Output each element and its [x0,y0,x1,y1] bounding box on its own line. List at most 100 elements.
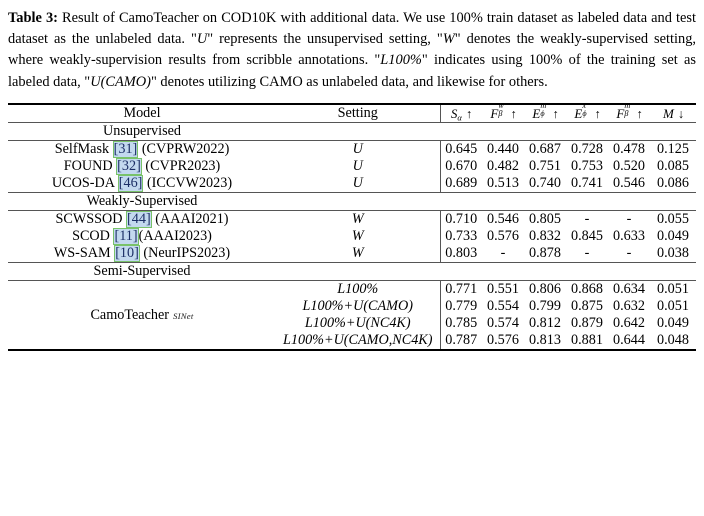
metric-value: 0.049 [657,228,689,245]
venue-label: (CVPR2023) [141,158,221,175]
model-name-cell: WS-SAM [10] (NeurIPS2023) [8,245,276,264]
metric-value: 0.642 [613,315,645,332]
model-name: UCOS-DA [51,175,118,192]
metric-value: 0.554 [487,298,519,315]
metric-value: 0.482 [487,158,519,175]
section-label: Weakly-Supervised [8,192,276,212]
metric-value: - [566,245,608,264]
metric-value: - [566,210,608,229]
metric-value: 0.051 [657,298,689,315]
citation-link[interactable]: [10] [114,245,140,262]
caption-part-5: L100% [380,52,422,69]
metric-value: 0.771 [439,280,482,299]
metric-value: 0.634 [608,280,650,299]
table-row: UCOS-DA [46] (ICCVW2023) U 0.689 0.513 0.740… [8,175,696,194]
metric-value: 0.670 [439,158,482,176]
metric-value: 0.805 [524,210,566,229]
metric-value: 0.751 [529,158,561,175]
citation-number: [11] [114,228,138,245]
model-name-cell: SelfMask [31] (CVPRW2022) [8,140,276,159]
metric-value: 0.879 [571,315,603,332]
metric-value: 0.576 [487,332,519,349]
metric-value: 0.803 [439,245,482,264]
metric-value: 0.086 [650,175,696,194]
table-caption: Table 3: Result of CamoTeacher on COD10K… [8,8,696,93]
metric-value: 0.733 [439,228,482,246]
metric-value: 0.881 [571,332,603,349]
table-row: SCOD [11](AAAI2023) W 0.733 0.576 0.832 0.845… [8,228,696,246]
setting-value: U [276,175,440,194]
table-figure-page: Table 3: Result of CamoTeacher on COD10K… [0,0,704,516]
caption-label: Table 3: [8,10,58,26]
caption-part-7: U(CAMO) [90,73,151,90]
model-name: FOUND [63,158,117,175]
model-name-cell: SCWSSOD [44] (AAAI2021) [8,210,276,229]
section-label-spacer [276,193,696,211]
caption-part-2: " represents the unsupervised setting, " [207,31,443,48]
metric-header-3: Exϕ ↑ [567,101,609,122]
metric-header-2: Emϕ ↑ [525,101,567,122]
header-model: Model [123,105,161,121]
model-name: CamoTeacher [90,306,170,323]
section-label-spacer [276,122,696,141]
venue-label: (AAAI2021) [151,211,229,228]
metric-value: 0.799 [529,298,561,315]
setting-value: L100% [276,280,440,299]
setting-value: U [276,140,440,159]
section-label-row: Weakly-Supervised [8,192,696,212]
model-backbone-subscript: SINet [173,311,194,322]
section-label-spacer [276,263,696,281]
citation-number: [32] [117,158,141,175]
model-name: WS-SAM [53,245,115,262]
metric-value: 0.813 [529,332,561,349]
metric-value: - [608,245,650,264]
citation-link[interactable]: [11] [113,228,139,245]
caption-part-1: U [196,31,208,48]
metric-value: 0.710 [439,210,482,229]
citation-number: [46] [118,175,143,192]
setting-value: W [276,245,440,264]
metric-value: 0.875 [571,298,603,315]
metric-sub-sup: wβ [498,101,504,118]
metric-value: 0.687 [524,140,566,159]
setting-value: L100%+U(CAMO,NC4K) [283,332,433,349]
metric-arrow: ↑ [633,106,643,121]
metric-value: 0.513 [482,175,524,194]
metric-sub-sup: mϕ [540,101,547,118]
citation-link[interactable]: [46] [117,175,144,192]
results-table-grid: Model Setting Sα ↑ Fw β ↑ Em ϕ ↑ Ex ϕ ↑ Fm β ↑ M … [8,101,696,350]
citation-link[interactable]: [32] [116,158,142,175]
table-row: SCWSSOD [44] (AAAI2021) W 0.710 0.546 0.805-… [8,210,696,229]
metric-arrow: ↑ [462,106,473,121]
metric-value: 0.055 [650,210,696,229]
table-row: SelfMask [31] (CVPRW2022) U 0.645 0.440 0.68… [8,140,696,159]
citation-link[interactable]: [31] [112,141,139,158]
metric-symbol: E [532,105,541,121]
section-label-row: Unsupervised [8,122,696,142]
citation-link[interactable]: [44] [126,211,152,228]
metric-value: 0.644 [613,332,645,349]
metric-header-0: Sα ↑ [441,106,483,122]
metric-value: 0.728 [566,140,608,159]
metric-value: 0.049 [657,315,689,332]
header-metrics: Sα ↑ Fw β ↑ Em ϕ ↑ Ex ϕ ↑ Fm β ↑ M ↓ [439,101,696,123]
header-row: Model Setting Sα ↑ Fw β ↑ Em ϕ ↑ Ex ϕ ↑ Fm β ↑ M … [8,101,696,123]
metric-value: 0.085 [657,158,689,175]
caption-part-8: " denotes utilizing CAMO as unlabeled da… [150,73,548,90]
metric-value: 0.125 [650,140,696,159]
model-name: SelfMask [54,141,113,158]
metric-value: 0.845 [571,228,603,245]
metric-value: 0.633 [613,228,645,245]
metric-value: 0.785 [439,315,482,333]
model-name-cell: FOUND [32] (CVPR2023) [8,158,276,175]
venue-label: (CVPRW2022) [138,141,230,158]
setting-value: W [351,228,364,245]
venue-label: (ICCVW2023) [143,175,233,192]
model-name-cell: UCOS-DA [46] (ICCVW2023) [8,175,276,194]
citation-number: [31] [113,141,138,158]
venue-label: (NeurIPS2023) [139,245,231,262]
results-table: Model Setting Sα ↑ Fw β ↑ Em ϕ ↑ Ex ϕ ↑ Fm β ↑ M … [8,101,696,352]
metric-sub-sup: mβ [624,101,631,118]
metric-arrow: ↑ [591,106,601,121]
section-label: Semi-Supervised [8,262,276,282]
